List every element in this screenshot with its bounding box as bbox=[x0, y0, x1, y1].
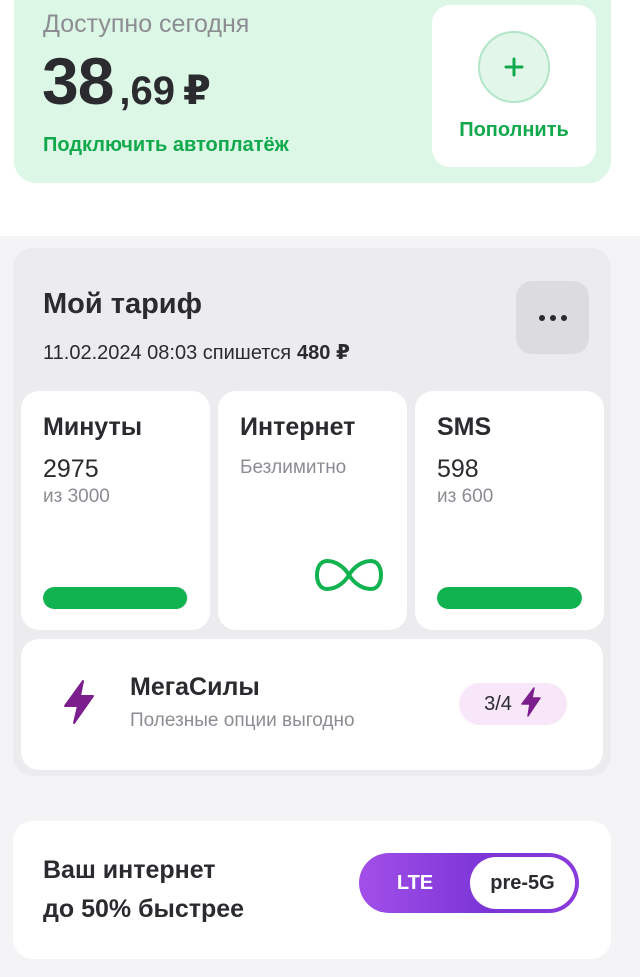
toggle-lte[interactable]: LTE bbox=[359, 853, 471, 913]
balance-amount: 38 ,69 ₽ bbox=[42, 48, 211, 114]
balance-integer: 38 bbox=[42, 44, 114, 118]
megasily-badge: 3/4 bbox=[459, 683, 567, 725]
tariff-title: Мой тариф bbox=[43, 288, 203, 320]
toggle-pre5g[interactable]: pre-5G bbox=[470, 857, 575, 909]
megasily-title: МегаСилы bbox=[130, 673, 260, 701]
megasily-subtitle: Полезные опции выгодно bbox=[130, 710, 355, 731]
autopay-link[interactable]: Подключить автоплатёж bbox=[43, 134, 289, 157]
tariff-charge-info: 11.02.2024 08:03 спишется 480 ₽ bbox=[43, 340, 350, 365]
lightning-icon bbox=[61, 679, 97, 730]
charge-amount: 480 ₽ bbox=[297, 342, 350, 364]
minutes-limit: из 3000 bbox=[43, 486, 110, 507]
minutes-progress bbox=[43, 587, 188, 609]
internet-name: Интернет bbox=[240, 413, 356, 441]
sms-progress bbox=[437, 587, 582, 609]
sms-value: 598 bbox=[437, 455, 479, 483]
speed-line-2: до 50% быстрее bbox=[43, 895, 245, 923]
minutes-value: 2975 bbox=[43, 455, 99, 483]
plus-icon bbox=[478, 31, 550, 103]
network-toggle[interactable]: LTE pre-5G bbox=[359, 853, 579, 913]
balance-currency: ₽ bbox=[183, 69, 211, 113]
megasily-count: 3/4 bbox=[484, 692, 512, 715]
lightning-small-icon bbox=[520, 686, 542, 722]
balance-card: Доступно сегодня 38 ,69 ₽ Подключить авт… bbox=[14, 0, 611, 183]
balance-fraction: ,69 bbox=[119, 69, 176, 113]
internet-tile[interactable]: Интернет Безлимитно bbox=[218, 391, 407, 630]
sms-progress-fill bbox=[437, 587, 582, 609]
minutes-progress-fill bbox=[43, 587, 187, 609]
megasily-row[interactable]: МегаСилы Полезные опции выгодно 3/4 bbox=[21, 639, 603, 770]
minutes-name: Минуты bbox=[43, 413, 143, 441]
infinity-icon bbox=[314, 557, 384, 598]
balance-label: Доступно сегодня bbox=[43, 10, 250, 38]
topup-label: Пополнить bbox=[459, 119, 569, 141]
tariff-card: Мой тариф 11.02.2024 08:03 спишется 480 … bbox=[13, 248, 611, 776]
more-dots-icon bbox=[538, 314, 567, 321]
more-options-button[interactable] bbox=[516, 281, 589, 354]
charge-date: 11.02.2024 08:03 спишется bbox=[43, 342, 292, 364]
speed-line-1: Ваш интернет bbox=[43, 856, 216, 884]
sms-name: SMS bbox=[437, 413, 492, 441]
speed-text: Ваш интернет до 50% быстрее bbox=[43, 851, 244, 929]
sms-tile[interactable]: SMS 598 из 600 bbox=[415, 391, 604, 630]
sms-limit: из 600 bbox=[437, 486, 494, 507]
internet-note: Безлимитно bbox=[240, 457, 347, 478]
topup-button[interactable]: Пополнить bbox=[432, 5, 596, 167]
minutes-tile[interactable]: Минуты 2975 из 3000 bbox=[21, 391, 210, 630]
speed-card: Ваш интернет до 50% быстрее LTE pre-5G bbox=[13, 821, 611, 959]
